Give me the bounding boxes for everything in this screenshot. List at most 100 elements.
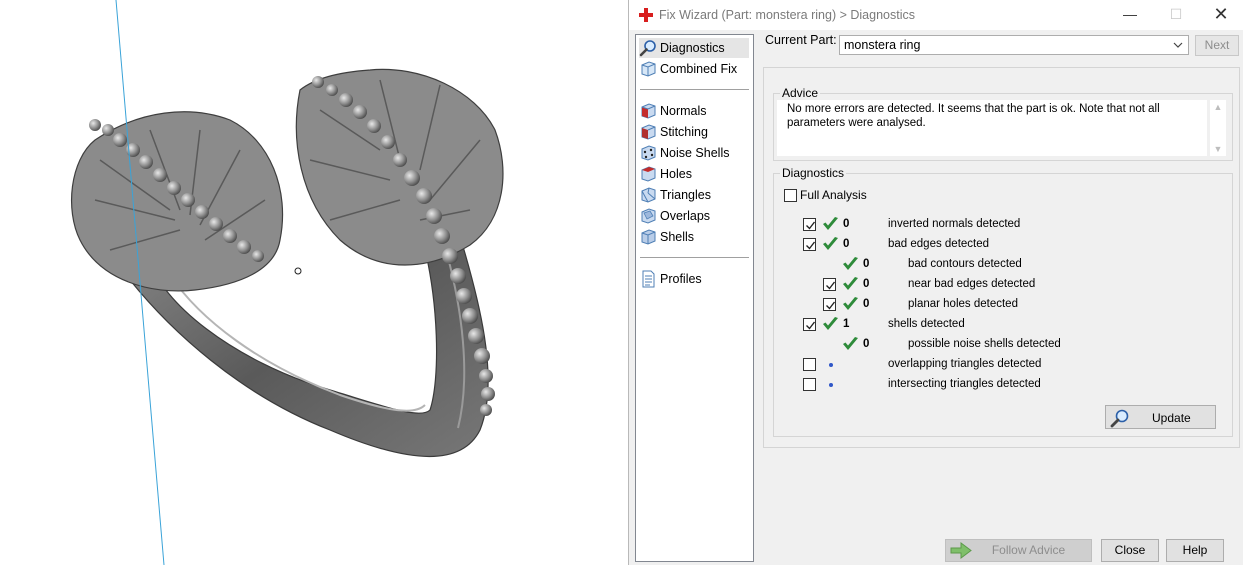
overlapping-triangles-checkbox[interactable]: [803, 358, 816, 371]
magnifier-icon: [639, 40, 656, 57]
shells-count: 1: [843, 318, 850, 330]
scroll-up-icon[interactable]: ▲: [1213, 102, 1223, 112]
overlaps-cube-icon: [641, 208, 656, 224]
near-bad-edges-checkbox[interactable]: [823, 278, 836, 291]
checkmark-icon: [806, 241, 816, 250]
nav-separator: [640, 89, 749, 90]
nav-item-label: Normals: [660, 104, 707, 118]
3d-viewport[interactable]: [0, 0, 628, 565]
checkmark-icon: [806, 221, 816, 230]
nav-item-label: Stitching: [660, 125, 708, 139]
inverted-normals-checkbox[interactable]: [803, 218, 816, 231]
intersecting-triangles-checkbox[interactable]: [803, 378, 816, 391]
checkmark-icon: [826, 301, 836, 310]
ok-check-icon: [823, 237, 838, 250]
bad-edges-count: 0: [843, 238, 850, 250]
follow-advice-button[interactable]: Follow Advice: [945, 539, 1092, 562]
scroll-down-icon[interactable]: ▼: [1213, 144, 1223, 154]
next-button[interactable]: Next: [1195, 35, 1239, 56]
shells-label: shells detected: [888, 318, 965, 330]
update-button[interactable]: Update: [1105, 405, 1216, 429]
checkmark-icon: [826, 281, 836, 290]
inverted-normals-count: 0: [843, 218, 850, 230]
nav-item-stitching[interactable]: Stitching: [639, 122, 749, 142]
update-label: Update: [1152, 411, 1191, 425]
full-analysis-checkbox[interactable]: [784, 189, 797, 202]
pending-dot-icon: [829, 363, 833, 367]
nav-item-label: Holes: [660, 167, 692, 181]
chevron-down-icon: [1173, 42, 1183, 48]
diagnostics-page: Advice No more errors are detected. It s…: [763, 67, 1240, 448]
holes-cube-icon: [641, 166, 656, 182]
current-part-value: monstera ring: [844, 38, 921, 52]
stitching-cube-icon: [641, 124, 656, 140]
nav-item-profiles[interactable]: Profiles: [639, 269, 749, 289]
advice-text: No more errors are detected. It seems th…: [777, 100, 1207, 156]
ok-check-icon: [843, 337, 858, 350]
checkmark-icon: [806, 321, 816, 330]
nav-item-label: Triangles: [660, 188, 711, 202]
nav-item-label: Overlaps: [660, 209, 711, 223]
nav-item-label: Combined Fix: [660, 62, 738, 76]
overlapping-triangles-label: overlapping triangles detected: [888, 358, 1042, 370]
help-button[interactable]: Help: [1166, 539, 1224, 562]
minimize-button[interactable]: —: [1107, 0, 1153, 30]
nav-item-normals[interactable]: Normals: [639, 101, 749, 121]
bad-edges-checkbox[interactable]: [803, 238, 816, 251]
window-title: Fix Wizard (Part: monstera ring) > Diagn…: [659, 8, 915, 22]
nav-item-noise-shells[interactable]: Noise Shells: [639, 143, 749, 163]
right-leaf: [295, 68, 504, 266]
arrow-right-icon: [950, 542, 972, 559]
nav-item-label: Diagnostics: [660, 41, 725, 55]
wizard-nav-panel: Diagnostics Combined Fix Normals Stitchi…: [635, 34, 754, 562]
advice-scrollbar[interactable]: ▲ ▼: [1210, 100, 1226, 156]
nav-item-label: Noise Shells: [660, 146, 730, 160]
diagnostics-group: Diagnostics Full Analysis 0 inverted nor…: [773, 166, 1233, 437]
intersecting-triangles-label: intersecting triangles detected: [888, 378, 1041, 390]
diagnostics-title: Diagnostics: [780, 166, 847, 180]
bad-contours-label: bad contours detected: [908, 258, 1022, 270]
fix-wizard-dialog: Fix Wizard (Part: monstera ring) > Diagn…: [628, 0, 1243, 565]
near-bad-edges-count: 0: [863, 278, 870, 290]
window-close-button[interactable]: ✕: [1198, 0, 1243, 30]
title-bar[interactable]: Fix Wizard (Part: monstera ring) > Diagn…: [629, 0, 1243, 30]
noise-shells-icon: [641, 145, 656, 161]
nav-item-label: Shells: [660, 230, 695, 244]
ok-check-icon: [823, 317, 838, 330]
nav-item-label: Profiles: [660, 272, 702, 286]
follow-advice-label: Follow Advice: [991, 543, 1066, 557]
nav-item-diagnostics[interactable]: Diagnostics: [639, 38, 749, 58]
advice-group: Advice No more errors are detected. It s…: [773, 86, 1233, 161]
nav-separator: [640, 257, 749, 258]
maximize-button[interactable]: ☐: [1153, 0, 1199, 30]
planar-holes-count: 0: [863, 298, 870, 310]
ring-model-render: [70, 0, 504, 565]
nav-item-overlaps[interactable]: Overlaps: [639, 206, 749, 226]
normals-cube-icon: [641, 103, 656, 119]
ok-check-icon: [843, 277, 858, 290]
bad-contours-count: 0: [863, 258, 870, 270]
close-button[interactable]: Close: [1101, 539, 1159, 562]
current-part-select[interactable]: monstera ring: [839, 35, 1189, 55]
magnifier-icon: [1110, 409, 1129, 428]
ok-check-icon: [843, 257, 858, 270]
pending-dot-icon: [829, 383, 833, 387]
shells-checkbox[interactable]: [803, 318, 816, 331]
planar-holes-label: planar holes detected: [908, 298, 1018, 310]
shells-cube-icon: [641, 229, 656, 245]
noise-shells-count: 0: [863, 338, 870, 350]
advice-title: Advice: [780, 86, 821, 100]
full-analysis-label: Full Analysis: [800, 188, 867, 202]
current-part-label: Current Part:: [765, 33, 837, 47]
triangles-cube-icon: [641, 187, 656, 203]
nav-item-combined-fix[interactable]: Combined Fix: [639, 59, 749, 79]
rotation-pivot-marker: [294, 267, 302, 275]
near-bad-edges-label: near bad edges detected: [908, 278, 1036, 290]
nav-item-triangles[interactable]: Triangles: [639, 185, 749, 205]
nav-item-holes[interactable]: Holes: [639, 164, 749, 184]
ok-check-icon: [823, 217, 838, 230]
bad-edges-label: bad edges detected: [888, 238, 990, 250]
planar-holes-checkbox[interactable]: [823, 298, 836, 311]
nav-item-shells[interactable]: Shells: [639, 227, 749, 247]
cube-icon: [641, 61, 656, 77]
